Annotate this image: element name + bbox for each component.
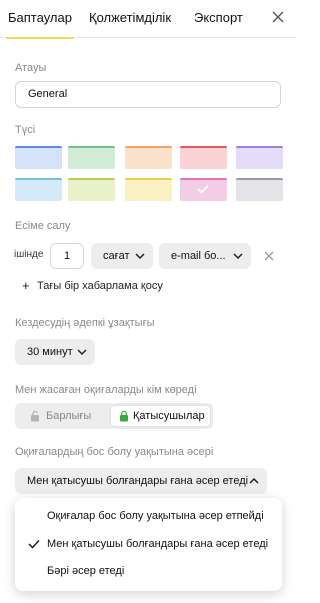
duration-value: 30 минут	[27, 346, 73, 358]
color-swatch[interactable]	[15, 178, 62, 201]
chevron-down-icon	[77, 349, 87, 356]
name-input[interactable]: General	[15, 81, 281, 108]
visibility-option-participants[interactable]: Қатысушылар	[111, 406, 210, 426]
busy-option-participant[interactable]: Мен қатысушы болғандары ғана әсер етеді	[15, 531, 282, 557]
duration-label: Кездесудің әдепкі ұзақтығы	[15, 317, 155, 329]
check-icon	[197, 184, 209, 194]
busy-option-label: Мен қатысушы болғандары ғана әсер етеді	[47, 538, 269, 550]
busy-label: Оқиғалардың бос болу уақытына әсері	[15, 446, 214, 458]
visibility-option-all[interactable]: Барлығы	[18, 406, 112, 426]
visibility-toggle: Барлығы Қатысушылар	[15, 403, 213, 429]
tab-access[interactable]: Қолжетімділік	[89, 10, 171, 25]
color-swatch[interactable]	[125, 178, 172, 201]
reminder-method-value: e-mail бо...	[171, 250, 226, 262]
color-swatch[interactable]	[68, 178, 115, 201]
visibility-option-participants-label: Қатысушылар	[133, 410, 205, 422]
chevron-down-icon	[233, 253, 243, 260]
within-label: ішінде	[14, 249, 44, 260]
color-swatch[interactable]	[125, 146, 172, 169]
color-swatch[interactable]	[236, 178, 283, 201]
visibility-label: Мен жасаған оқиғаларды кім көреді	[15, 384, 197, 396]
color-swatch[interactable]	[180, 178, 227, 201]
plus-icon: +	[22, 278, 30, 293]
tab-export[interactable]: Экспорт	[194, 10, 243, 25]
chevron-down-icon	[135, 253, 145, 260]
busy-select[interactable]: Мен қатысушы болғандары ғана әсер етеді	[15, 468, 267, 494]
reminder-amount-input[interactable]: 1	[50, 243, 84, 269]
color-swatch[interactable]	[180, 146, 227, 169]
name-label: Атауы	[15, 62, 47, 74]
color-swatch[interactable]	[236, 146, 283, 169]
close-icon[interactable]	[270, 9, 286, 25]
visibility-option-all-label: Барлығы	[46, 410, 92, 422]
check-icon	[28, 539, 40, 549]
busy-dropdown-menu: Оқиғалар бос болу уақытына әсер етпейді …	[15, 498, 282, 591]
busy-option-label: Бәрі әсер етеді	[47, 565, 125, 577]
duration-select[interactable]: 30 минут	[15, 339, 95, 365]
tab-bar: Баптаулар Қолжетімділік Экспорт	[0, 0, 296, 39]
busy-option-label: Оқиғалар бос болу уақытына әсер етпейді	[47, 510, 264, 522]
busy-option-all[interactable]: Бәрі әсер етеді	[15, 558, 282, 584]
reminder-method-select[interactable]: e-mail бо...	[159, 243, 251, 269]
busy-option-none[interactable]: Оқиғалар бос болу уақытына әсер етпейді	[15, 503, 282, 529]
busy-value: Мен қатысушы болғандары ғана әсер етеді	[27, 475, 249, 487]
lock-icon	[120, 410, 128, 422]
reminder-unit-select[interactable]: сағат	[91, 243, 153, 269]
color-label: Түсі	[15, 124, 36, 136]
add-reminder-label: Тағы бір хабарлама қосу	[37, 280, 163, 292]
remove-reminder-icon[interactable]	[263, 250, 275, 262]
color-swatch[interactable]	[68, 146, 115, 169]
tab-settings[interactable]: Баптаулар	[6, 10, 74, 39]
reminder-label: Есіме салу	[15, 220, 71, 232]
color-swatch[interactable]	[15, 146, 62, 169]
lock-open-icon	[31, 410, 39, 422]
chevron-up-icon	[249, 477, 259, 484]
reminder-unit-value: сағат	[103, 250, 130, 262]
